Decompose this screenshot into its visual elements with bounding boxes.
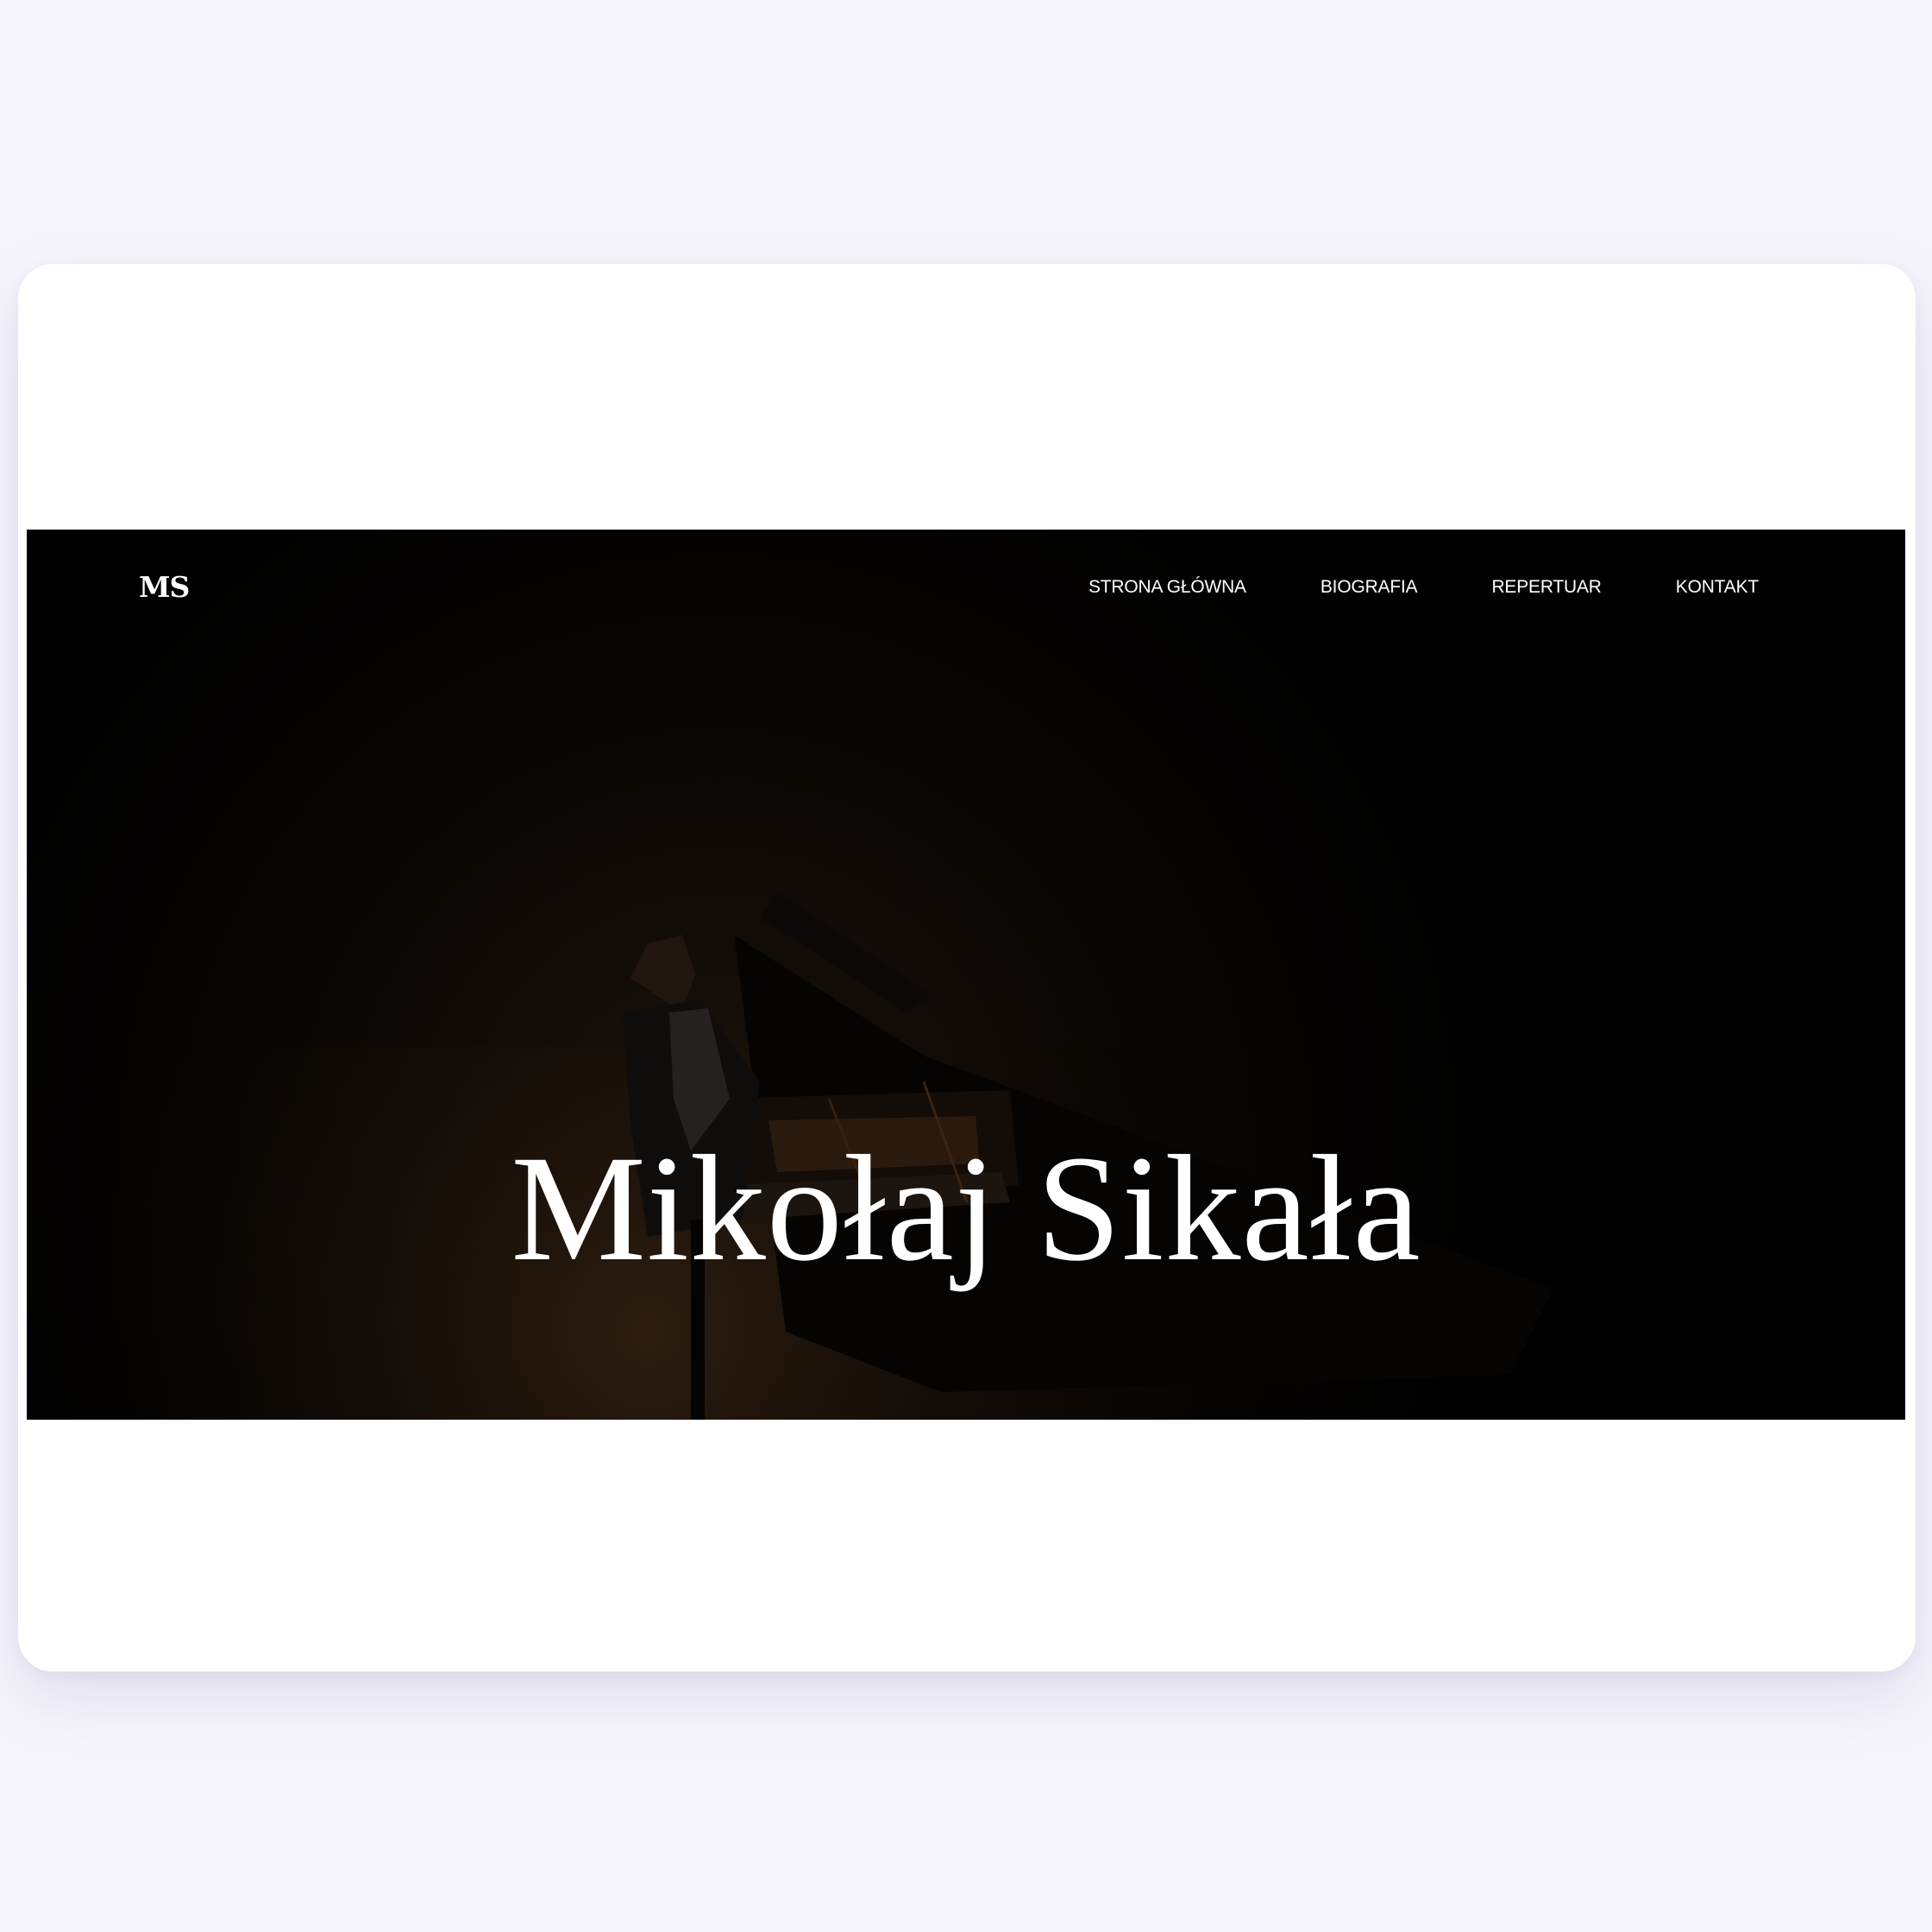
hero-section: MS STRONA GŁÓWNA BIOGRAFIA REPERTUAR KON… (27, 530, 1905, 1420)
nav-link-repertuar[interactable]: REPERTUAR (1491, 577, 1602, 597)
nav-item-repertuar: REPERTUAR (1491, 577, 1602, 597)
nav-item-biografia: BIOGRAFIA (1320, 578, 1418, 597)
hero-title: Mikołaj Sikała (511, 1125, 1421, 1293)
nav-link-biografia[interactable]: BIOGRAFIA (1320, 577, 1418, 597)
site-logo[interactable]: MS (139, 573, 190, 601)
nav-link-kontakt[interactable]: KONTAKT (1676, 577, 1759, 597)
nav-link-strona-glowna[interactable]: STRONA GŁÓWNA (1088, 577, 1246, 597)
nav-item-strona-glowna: STRONA GŁÓWNA (1088, 578, 1246, 597)
main-navigation: STRONA GŁÓWNA BIOGRAFIA REPERTUAR KONTAK… (1088, 578, 1759, 597)
nav-item-kontakt: KONTAKT (1676, 578, 1759, 597)
